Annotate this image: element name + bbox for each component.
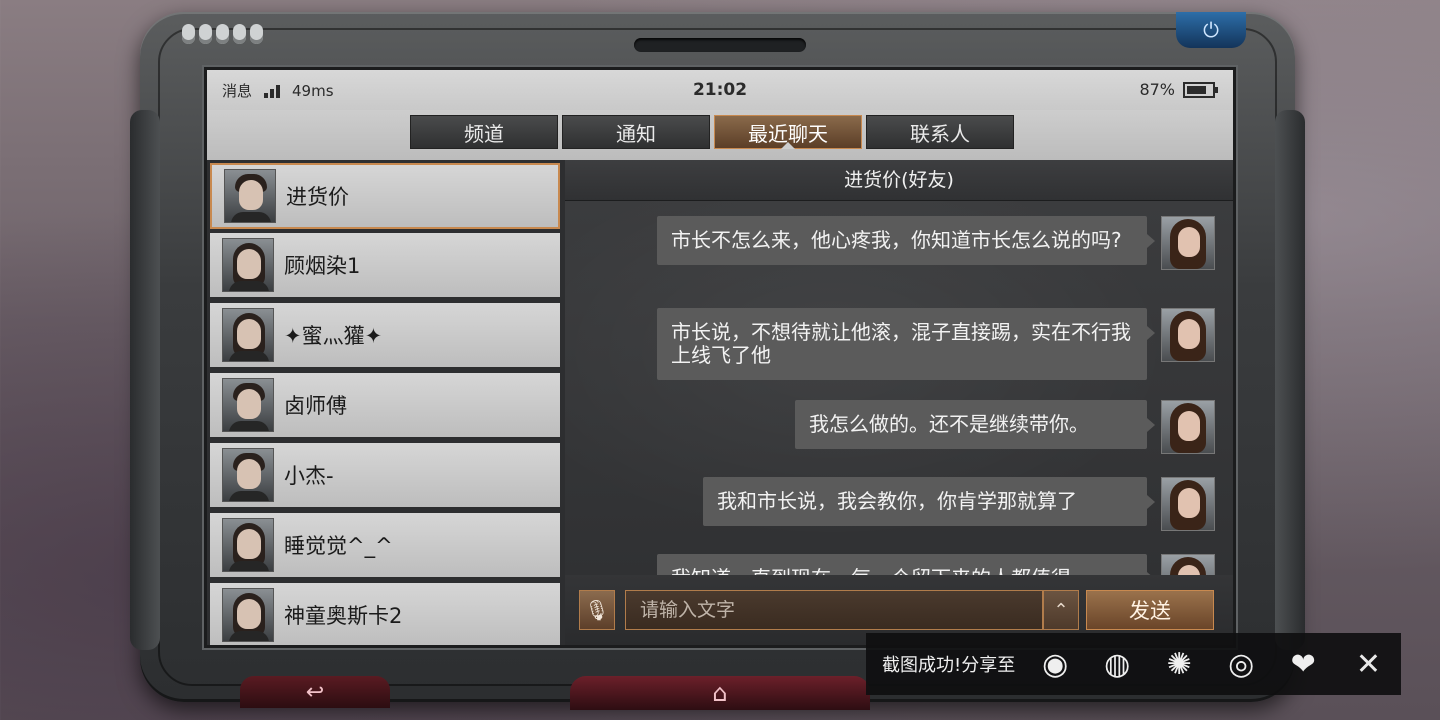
top-slot	[634, 38, 806, 52]
tab-1[interactable]: 通知	[562, 115, 710, 149]
expand-button[interactable]: ⌃	[1043, 590, 1079, 630]
left-grip	[130, 110, 160, 650]
chat-title: 进货价(好友)	[565, 160, 1233, 201]
microphone-icon: 🎙	[584, 598, 610, 622]
chat-panel: 进货价(好友) 市长不怎么来，他心疼我，你知道市长怎么说的吗? 市长说，不想待就让…	[565, 160, 1233, 645]
avatar	[222, 378, 274, 432]
contact-name: ✦蜜灬獾✦	[284, 324, 383, 348]
voice-button[interactable]: 🎙	[579, 590, 615, 630]
contact-item[interactable]: 顾烟染1	[210, 233, 560, 299]
right-grip	[1275, 110, 1305, 650]
qzone-icon[interactable]: ❤	[1281, 642, 1325, 686]
qq-icon[interactable]: ◎	[1219, 642, 1263, 686]
chat-message: 我和市长说，我会教你，你肯学那就算了	[703, 477, 1215, 531]
message-bubble[interactable]: 市长说，不想待就让他滚，混子直接踢，实在不行我上线飞了他	[657, 308, 1155, 380]
tab-2[interactable]: 最近聊天	[714, 115, 862, 149]
contact-list[interactable]: 进货价顾烟染1 ✦蜜灬獾✦ 卤师傅小杰- 睡觉觉^_^ 神童奥斯卡2	[207, 160, 565, 645]
message-bubble[interactable]: 我怎么做的。还不是继续带你。	[795, 400, 1155, 449]
contact-item[interactable]: 小杰-	[210, 443, 560, 509]
contact-item[interactable]: 神童奥斯卡2	[210, 583, 560, 645]
send-button[interactable]: 发送	[1086, 590, 1214, 630]
contact-name: 进货价	[286, 185, 349, 209]
chat-message: 我知道，直到现在，每一个留下来的人都值得	[657, 554, 1215, 575]
sender-avatar[interactable]	[1161, 554, 1215, 575]
back-arrow-icon: ↩	[305, 679, 325, 705]
moments-icon[interactable]: ✺	[1157, 642, 1201, 686]
chat-message: 市长说，不想待就让他滚，混子直接踢，实在不行我上线飞了他	[657, 308, 1215, 380]
contact-name: 顾烟染1	[284, 254, 361, 278]
chat-message: 市长不怎么来，他心疼我，你知道市长怎么说的吗?	[657, 216, 1215, 270]
avatar	[222, 308, 274, 362]
avatar	[222, 238, 274, 292]
message-input[interactable]: 请输入文字	[625, 590, 1043, 630]
tab-bar: 频道 通知 最近聊天 联系人	[207, 110, 1233, 160]
contact-item[interactable]: 睡觉觉^_^	[210, 513, 560, 579]
contact-item[interactable]: 进货价	[210, 163, 560, 229]
power-button[interactable]: ⏻	[1176, 12, 1246, 48]
phone-screen: 消息 49ms 21:02 87% 频道 通知 最近聊天 联系人 进货价顾烟染1 ✦蜜灬…	[207, 70, 1233, 645]
contact-name: 睡觉觉^_^	[284, 534, 393, 558]
share-toast: 截图成功!分享至 ◉ ◍ ✺ ◎ ❤ ✕	[866, 633, 1401, 695]
home-button[interactable]: ⌂	[570, 676, 870, 710]
power-icon: ⏻	[1203, 18, 1219, 42]
contact-item[interactable]: ✦蜜灬獾✦	[210, 303, 560, 369]
tab-3[interactable]: 联系人	[866, 115, 1014, 149]
avatar	[222, 588, 274, 642]
avatar	[222, 448, 274, 502]
battery-percent: 87%	[1139, 80, 1175, 99]
sender-avatar[interactable]	[1161, 308, 1215, 362]
weibo-icon[interactable]: ◉	[1033, 642, 1077, 686]
message-bubble[interactable]: 我和市长说，我会教你，你肯学那就算了	[703, 477, 1155, 526]
message-list[interactable]: 市长不怎么来，他心疼我，你知道市长怎么说的吗? 市长说，不想待就让他滚，混子直接踢…	[565, 201, 1233, 575]
chevron-up-icon: ⌃	[1053, 599, 1069, 621]
status-bar: 消息 49ms 21:02 87%	[207, 70, 1233, 110]
sender-avatar[interactable]	[1161, 477, 1215, 531]
close-icon[interactable]: ✕	[1356, 647, 1381, 682]
contact-name: 神童奥斯卡2	[284, 604, 403, 628]
wechat-icon[interactable]: ◍	[1095, 642, 1139, 686]
chat-message: 我怎么做的。还不是继续带你。	[795, 400, 1215, 454]
avatar	[222, 518, 274, 572]
battery-icon	[1183, 81, 1218, 98]
sender-avatar[interactable]	[1161, 400, 1215, 454]
contact-name: 卤师傅	[284, 394, 347, 418]
clock: 21:02	[692, 80, 748, 100]
message-bubble[interactable]: 市长不怎么来，他心疼我，你知道市长怎么说的吗?	[657, 216, 1155, 265]
message-bubble[interactable]: 我知道，直到现在，每一个留下来的人都值得	[657, 554, 1155, 575]
tab-0[interactable]: 频道	[410, 115, 558, 149]
status-right: 87%	[1139, 80, 1218, 99]
home-icon: ⌂	[712, 679, 728, 707]
sender-avatar[interactable]	[1161, 216, 1215, 270]
contact-name: 小杰-	[284, 464, 334, 488]
share-label: 截图成功!分享至	[882, 655, 1016, 676]
contact-item[interactable]: 卤师傅	[210, 373, 560, 439]
speaker-dots	[182, 24, 263, 44]
back-button[interactable]: ↩	[240, 676, 390, 708]
avatar	[224, 169, 276, 223]
